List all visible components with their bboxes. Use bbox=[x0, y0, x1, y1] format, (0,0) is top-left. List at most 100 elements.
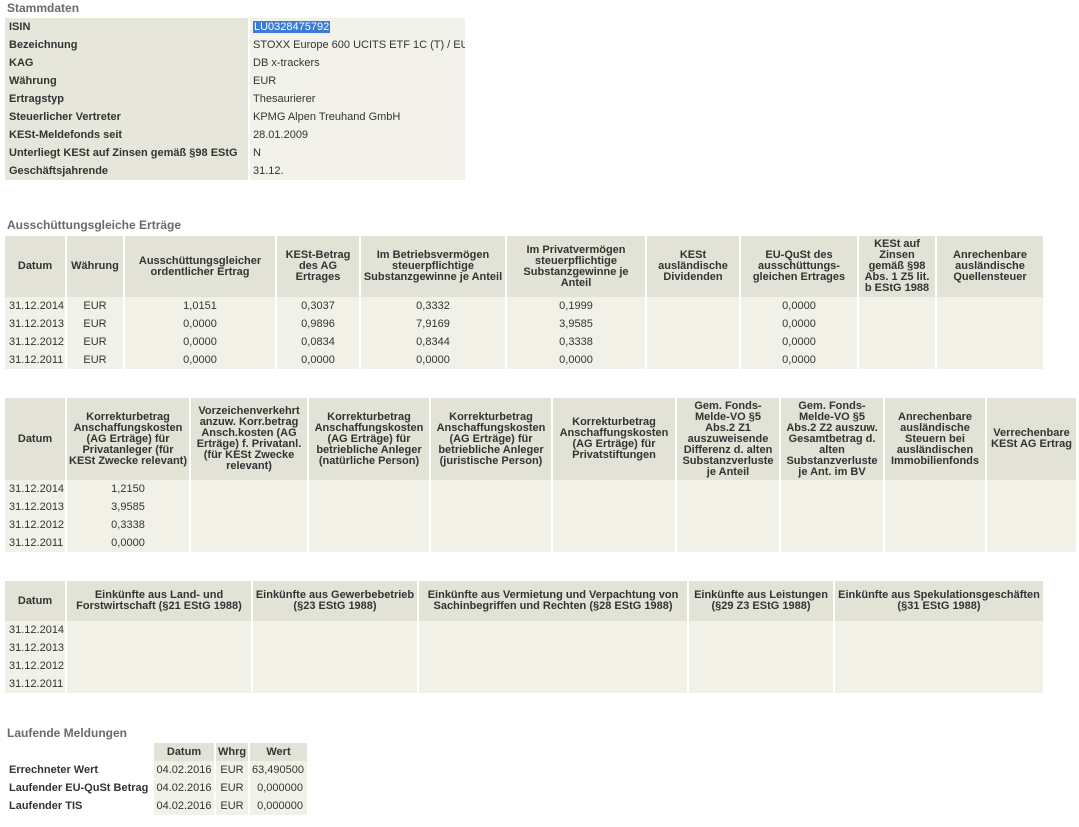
stammdaten-row: KESt-Meldefonds seit 28.01.2009 bbox=[5, 126, 465, 144]
table-cell: 0,3338 bbox=[67, 516, 191, 534]
table-cell: 7,9169 bbox=[361, 315, 507, 333]
einkuenfte-header-4: Einkünfte aus Leistungen (§29 Z3 EStG 19… bbox=[689, 581, 835, 621]
table-cell bbox=[689, 657, 835, 675]
laufende-header-0 bbox=[5, 743, 154, 761]
stammdaten-value[interactable]: KPMG Alpen Treuhand GmbH bbox=[248, 108, 465, 126]
stammdaten-value[interactable]: 28.01.2009 bbox=[248, 126, 465, 144]
ausschuettung-header-8: KESt auf Zinsen gemäß §98 Abs. 1 Z5 lit.… bbox=[859, 236, 937, 297]
table-cell bbox=[987, 534, 1076, 552]
table-cell bbox=[689, 639, 835, 657]
table-row: 31.12.2011 bbox=[5, 675, 1043, 693]
table-cell bbox=[67, 675, 253, 693]
stammdaten-label: KESt-Meldefonds seit bbox=[5, 126, 248, 144]
table-cell bbox=[431, 516, 553, 534]
table-cell bbox=[987, 498, 1076, 516]
row-date: 31.12.2011 bbox=[5, 351, 67, 369]
table-cell bbox=[987, 480, 1076, 498]
laufende-cell: 0,000000 bbox=[250, 797, 307, 815]
stammdaten-value[interactable]: 31.12. bbox=[248, 162, 465, 180]
table-cell bbox=[885, 480, 987, 498]
table-cell: 0,0000 bbox=[741, 297, 859, 315]
table-cell bbox=[885, 498, 987, 516]
table-cell: 0,0000 bbox=[277, 351, 361, 369]
stammdaten-row: Geschäftsjahrende 31.12. bbox=[5, 162, 465, 180]
table-cell bbox=[859, 297, 937, 315]
stammdaten-row: Steuerlicher Vertreter KPMG Alpen Treuhan… bbox=[5, 108, 465, 126]
korrektur-header-9: Verrechenbare KESt AG Ertrag bbox=[987, 398, 1076, 480]
table-cell: EUR bbox=[67, 333, 125, 351]
ausschuettung-header-1: Währung bbox=[67, 236, 125, 297]
laufende-label: Errechneter Wert bbox=[5, 761, 154, 779]
stammdaten-label: ISIN bbox=[5, 18, 248, 36]
laufende-row: Errechneter Wert 04.02.2016 EUR 63,490500 bbox=[5, 761, 307, 779]
table-cell bbox=[781, 534, 885, 552]
stammdaten-value[interactable]: STOXX Europe 600 UCITS ETF 1C (T) / EUR bbox=[248, 36, 465, 54]
einkuenfte-header-1: Einkünfte aus Land- und Forstwirtschaft … bbox=[67, 581, 253, 621]
row-date: 31.12.2011 bbox=[5, 534, 67, 552]
table-cell bbox=[309, 516, 431, 534]
table-row: 31.12.2013 bbox=[5, 639, 1043, 657]
table-cell bbox=[419, 621, 689, 639]
stammdaten-value[interactable]: DB x-trackers bbox=[248, 54, 465, 72]
table-cell bbox=[677, 498, 781, 516]
table-cell: 0,3037 bbox=[277, 297, 361, 315]
korrektur-header-0: Datum bbox=[5, 398, 67, 480]
table-row: 31.12.2011 0,0000 bbox=[5, 534, 1076, 552]
table-cell: EUR bbox=[67, 351, 125, 369]
ausschuettung-header-6: KESt ausländische Dividenden bbox=[647, 236, 741, 297]
table-cell: 0,0834 bbox=[277, 333, 361, 351]
row-date: 31.12.2012 bbox=[5, 657, 67, 675]
table-cell: 0,1999 bbox=[507, 297, 647, 315]
stammdaten-row: Ertragstyp Thesaurierer bbox=[5, 90, 465, 108]
einkuenfte-table: Datum Einkünfte aus Land- und Forstwirtsc… bbox=[5, 581, 1043, 693]
laufende-header-2: Whrg bbox=[216, 743, 250, 761]
table-cell bbox=[937, 315, 1043, 333]
laufende-cell: 04.02.2016 bbox=[154, 797, 216, 815]
table-cell bbox=[253, 675, 419, 693]
laufende-cell: EUR bbox=[216, 761, 250, 779]
table-cell bbox=[191, 480, 309, 498]
table-cell bbox=[419, 657, 689, 675]
table-cell bbox=[647, 351, 741, 369]
table-cell bbox=[647, 333, 741, 351]
table-cell: 3,9585 bbox=[507, 315, 647, 333]
table-cell: 0,0000 bbox=[67, 534, 191, 552]
table-cell: 3,9585 bbox=[67, 498, 191, 516]
table-cell bbox=[553, 516, 677, 534]
korrektur-header-5: Korrekturbetrag Anschaffungskosten (AG E… bbox=[553, 398, 677, 480]
table-cell bbox=[191, 534, 309, 552]
stammdaten-row: Bezeichnung STOXX Europe 600 UCITS ETF 1C… bbox=[5, 36, 465, 54]
table-cell bbox=[419, 675, 689, 693]
table-cell bbox=[431, 498, 553, 516]
table-cell bbox=[835, 621, 1043, 639]
laufende-title: Laufende Meldungen bbox=[7, 726, 127, 740]
table-cell bbox=[859, 333, 937, 351]
table-cell: 1,2150 bbox=[67, 480, 191, 498]
table-cell bbox=[253, 621, 419, 639]
korrektur-header-7: Gem. Fonds-Melde-VO §5 Abs.2 Z2 auszuw. … bbox=[781, 398, 885, 480]
stammdaten-title: Stammdaten bbox=[7, 1, 80, 15]
row-date: 31.12.2014 bbox=[5, 621, 67, 639]
stammdaten-row: KAG DB x-trackers bbox=[5, 54, 465, 72]
laufende-table: Datum Whrg Wert Errechneter Wert 04.02.2016… bbox=[5, 743, 307, 815]
stammdaten-value[interactable]: N bbox=[248, 144, 465, 162]
ausschuettung-header-5: Im Privatvermögen steuerpflichtige Subst… bbox=[507, 236, 647, 297]
table-cell bbox=[253, 639, 419, 657]
table-cell bbox=[987, 516, 1076, 534]
isin-selected-text[interactable]: LU0328475792 bbox=[253, 21, 331, 33]
table-cell bbox=[431, 480, 553, 498]
table-row: 31.12.2014 1,2150 bbox=[5, 480, 1076, 498]
table-cell: 0,3338 bbox=[507, 333, 647, 351]
row-date: 31.12.2013 bbox=[5, 315, 67, 333]
table-cell bbox=[253, 657, 419, 675]
stammdaten-value[interactable]: EUR bbox=[248, 72, 465, 90]
ausschuettung-header-0: Datum bbox=[5, 236, 67, 297]
table-cell bbox=[191, 516, 309, 534]
table-cell bbox=[67, 639, 253, 657]
stammdaten-value[interactable]: Thesaurierer bbox=[248, 90, 465, 108]
table-cell: 0,9896 bbox=[277, 315, 361, 333]
table-cell bbox=[647, 315, 741, 333]
stammdaten-label: Unterliegt KESt auf Zinsen gemäß §98 ESt… bbox=[5, 144, 248, 162]
stammdaten-label: Geschäftsjahrende bbox=[5, 162, 248, 180]
stammdaten-value[interactable]: LU0328475792 bbox=[248, 18, 465, 36]
